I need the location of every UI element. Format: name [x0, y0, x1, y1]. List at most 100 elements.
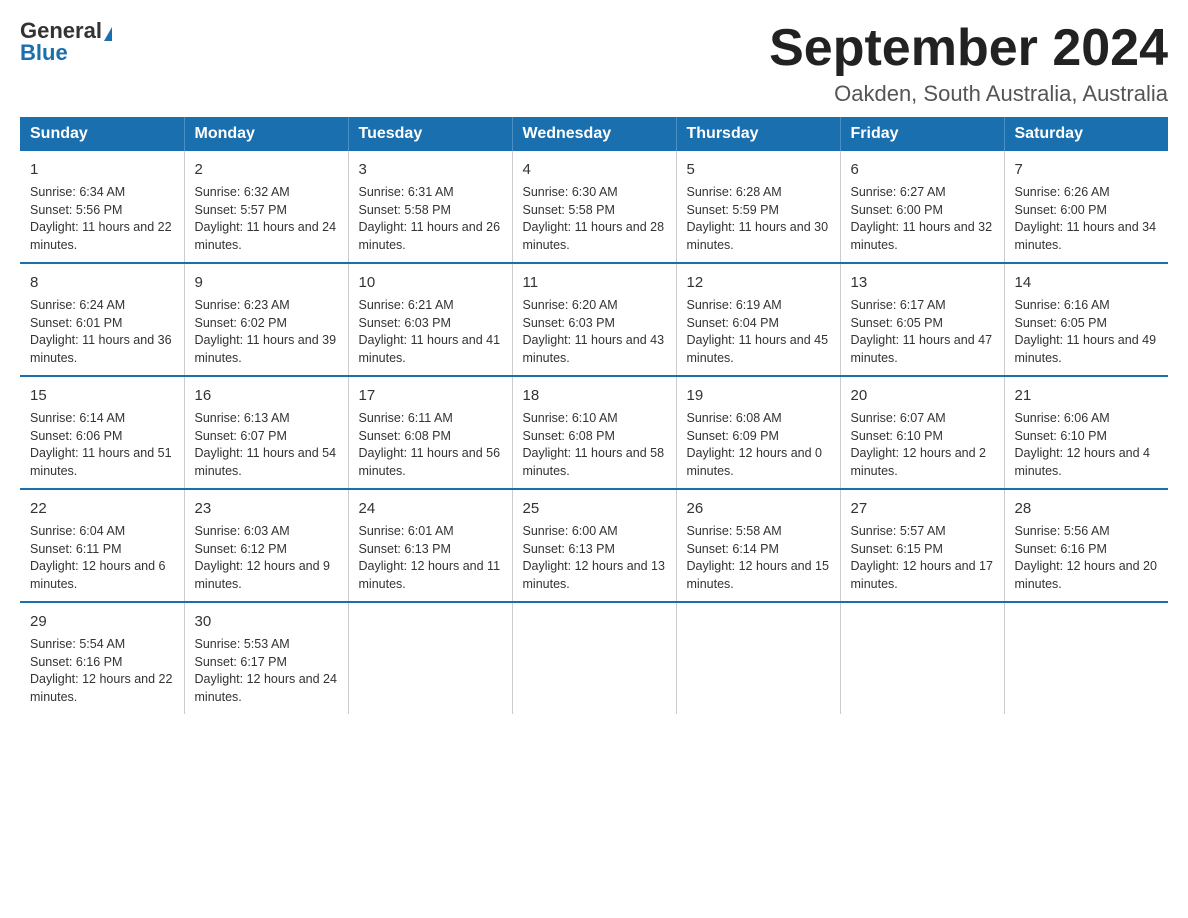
- cell-content: Sunrise: 6:34 AM Sunset: 5:56 PM Dayligh…: [30, 184, 174, 254]
- cell-content: Sunrise: 6:28 AM Sunset: 5:59 PM Dayligh…: [687, 184, 830, 254]
- logo: General Blue: [20, 20, 112, 64]
- calendar-cell: 30 Sunrise: 5:53 AM Sunset: 6:17 PM Dayl…: [184, 602, 348, 714]
- day-number: 24: [359, 498, 502, 519]
- day-number: 2: [195, 159, 338, 180]
- calendar-cell: 17 Sunrise: 6:11 AM Sunset: 6:08 PM Dayl…: [348, 376, 512, 489]
- calendar-week-row: 29 Sunrise: 5:54 AM Sunset: 6:16 PM Dayl…: [20, 602, 1168, 714]
- cell-content: Sunrise: 6:24 AM Sunset: 6:01 PM Dayligh…: [30, 297, 174, 367]
- column-header-thursday: Thursday: [676, 117, 840, 151]
- day-number: 1: [30, 159, 174, 180]
- month-title: September 2024: [769, 20, 1168, 77]
- calendar-cell: [512, 602, 676, 714]
- calendar-cell: 19 Sunrise: 6:08 AM Sunset: 6:09 PM Dayl…: [676, 376, 840, 489]
- day-number: 3: [359, 159, 502, 180]
- calendar-week-row: 8 Sunrise: 6:24 AM Sunset: 6:01 PM Dayli…: [20, 263, 1168, 376]
- calendar-cell: 10 Sunrise: 6:21 AM Sunset: 6:03 PM Dayl…: [348, 263, 512, 376]
- calendar-cell: 22 Sunrise: 6:04 AM Sunset: 6:11 PM Dayl…: [20, 489, 184, 602]
- day-number: 10: [359, 272, 502, 293]
- cell-content: Sunrise: 6:13 AM Sunset: 6:07 PM Dayligh…: [195, 410, 338, 480]
- calendar-cell: 6 Sunrise: 6:27 AM Sunset: 6:00 PM Dayli…: [840, 151, 1004, 263]
- cell-content: Sunrise: 5:57 AM Sunset: 6:15 PM Dayligh…: [851, 523, 994, 593]
- logo-triangle-icon: [104, 27, 112, 41]
- day-number: 6: [851, 159, 994, 180]
- day-number: 9: [195, 272, 338, 293]
- calendar-cell: 2 Sunrise: 6:32 AM Sunset: 5:57 PM Dayli…: [184, 151, 348, 263]
- calendar-cell: 26 Sunrise: 5:58 AM Sunset: 6:14 PM Dayl…: [676, 489, 840, 602]
- day-number: 28: [1015, 498, 1159, 519]
- day-number: 5: [687, 159, 830, 180]
- calendar-cell: 13 Sunrise: 6:17 AM Sunset: 6:05 PM Dayl…: [840, 263, 1004, 376]
- column-header-tuesday: Tuesday: [348, 117, 512, 151]
- column-header-wednesday: Wednesday: [512, 117, 676, 151]
- cell-content: Sunrise: 5:56 AM Sunset: 6:16 PM Dayligh…: [1015, 523, 1159, 593]
- title-block: September 2024 Oakden, South Australia, …: [769, 20, 1168, 107]
- day-number: 23: [195, 498, 338, 519]
- day-number: 8: [30, 272, 174, 293]
- cell-content: Sunrise: 6:23 AM Sunset: 6:02 PM Dayligh…: [195, 297, 338, 367]
- day-number: 12: [687, 272, 830, 293]
- calendar-cell: 28 Sunrise: 5:56 AM Sunset: 6:16 PM Dayl…: [1004, 489, 1168, 602]
- cell-content: Sunrise: 6:08 AM Sunset: 6:09 PM Dayligh…: [687, 410, 830, 480]
- calendar-cell: 18 Sunrise: 6:10 AM Sunset: 6:08 PM Dayl…: [512, 376, 676, 489]
- cell-content: Sunrise: 6:27 AM Sunset: 6:00 PM Dayligh…: [851, 184, 994, 254]
- cell-content: Sunrise: 6:20 AM Sunset: 6:03 PM Dayligh…: [523, 297, 666, 367]
- calendar-cell: 21 Sunrise: 6:06 AM Sunset: 6:10 PM Dayl…: [1004, 376, 1168, 489]
- day-number: 27: [851, 498, 994, 519]
- calendar-cell: 20 Sunrise: 6:07 AM Sunset: 6:10 PM Dayl…: [840, 376, 1004, 489]
- day-number: 25: [523, 498, 666, 519]
- day-number: 18: [523, 385, 666, 406]
- day-number: 7: [1015, 159, 1159, 180]
- cell-content: Sunrise: 6:01 AM Sunset: 6:13 PM Dayligh…: [359, 523, 502, 593]
- cell-content: Sunrise: 6:32 AM Sunset: 5:57 PM Dayligh…: [195, 184, 338, 254]
- calendar-cell: 4 Sunrise: 6:30 AM Sunset: 5:58 PM Dayli…: [512, 151, 676, 263]
- calendar-cell: 7 Sunrise: 6:26 AM Sunset: 6:00 PM Dayli…: [1004, 151, 1168, 263]
- calendar-cell: [1004, 602, 1168, 714]
- cell-content: Sunrise: 6:14 AM Sunset: 6:06 PM Dayligh…: [30, 410, 174, 480]
- calendar-cell: 12 Sunrise: 6:19 AM Sunset: 6:04 PM Dayl…: [676, 263, 840, 376]
- calendar-cell: 1 Sunrise: 6:34 AM Sunset: 5:56 PM Dayli…: [20, 151, 184, 263]
- calendar-cell: 14 Sunrise: 6:16 AM Sunset: 6:05 PM Dayl…: [1004, 263, 1168, 376]
- day-number: 14: [1015, 272, 1159, 293]
- day-number: 15: [30, 385, 174, 406]
- calendar-cell: 29 Sunrise: 5:54 AM Sunset: 6:16 PM Dayl…: [20, 602, 184, 714]
- day-number: 30: [195, 611, 338, 632]
- column-header-sunday: Sunday: [20, 117, 184, 151]
- cell-content: Sunrise: 6:10 AM Sunset: 6:08 PM Dayligh…: [523, 410, 666, 480]
- calendar-week-row: 22 Sunrise: 6:04 AM Sunset: 6:11 PM Dayl…: [20, 489, 1168, 602]
- day-number: 21: [1015, 385, 1159, 406]
- calendar-cell: 25 Sunrise: 6:00 AM Sunset: 6:13 PM Dayl…: [512, 489, 676, 602]
- cell-content: Sunrise: 6:17 AM Sunset: 6:05 PM Dayligh…: [851, 297, 994, 367]
- cell-content: Sunrise: 6:19 AM Sunset: 6:04 PM Dayligh…: [687, 297, 830, 367]
- cell-content: Sunrise: 6:16 AM Sunset: 6:05 PM Dayligh…: [1015, 297, 1159, 367]
- calendar-cell: 16 Sunrise: 6:13 AM Sunset: 6:07 PM Dayl…: [184, 376, 348, 489]
- cell-content: Sunrise: 6:30 AM Sunset: 5:58 PM Dayligh…: [523, 184, 666, 254]
- cell-content: Sunrise: 6:03 AM Sunset: 6:12 PM Dayligh…: [195, 523, 338, 593]
- day-number: 4: [523, 159, 666, 180]
- calendar-week-row: 15 Sunrise: 6:14 AM Sunset: 6:06 PM Dayl…: [20, 376, 1168, 489]
- calendar-cell: 27 Sunrise: 5:57 AM Sunset: 6:15 PM Dayl…: [840, 489, 1004, 602]
- calendar-cell: 9 Sunrise: 6:23 AM Sunset: 6:02 PM Dayli…: [184, 263, 348, 376]
- cell-content: Sunrise: 6:26 AM Sunset: 6:00 PM Dayligh…: [1015, 184, 1159, 254]
- page-header: General Blue September 2024 Oakden, Sout…: [20, 20, 1168, 107]
- calendar-cell: [676, 602, 840, 714]
- calendar-cell: 24 Sunrise: 6:01 AM Sunset: 6:13 PM Dayl…: [348, 489, 512, 602]
- cell-content: Sunrise: 6:04 AM Sunset: 6:11 PM Dayligh…: [30, 523, 174, 593]
- day-number: 17: [359, 385, 502, 406]
- column-header-friday: Friday: [840, 117, 1004, 151]
- cell-content: Sunrise: 6:07 AM Sunset: 6:10 PM Dayligh…: [851, 410, 994, 480]
- calendar-table: SundayMondayTuesdayWednesdayThursdayFrid…: [20, 117, 1168, 714]
- cell-content: Sunrise: 5:54 AM Sunset: 6:16 PM Dayligh…: [30, 636, 174, 706]
- calendar-cell: 5 Sunrise: 6:28 AM Sunset: 5:59 PM Dayli…: [676, 151, 840, 263]
- day-number: 20: [851, 385, 994, 406]
- day-number: 16: [195, 385, 338, 406]
- cell-content: Sunrise: 6:31 AM Sunset: 5:58 PM Dayligh…: [359, 184, 502, 254]
- day-number: 13: [851, 272, 994, 293]
- calendar-cell: 3 Sunrise: 6:31 AM Sunset: 5:58 PM Dayli…: [348, 151, 512, 263]
- calendar-cell: 15 Sunrise: 6:14 AM Sunset: 6:06 PM Dayl…: [20, 376, 184, 489]
- day-number: 29: [30, 611, 174, 632]
- location-label: Oakden, South Australia, Australia: [769, 81, 1168, 107]
- cell-content: Sunrise: 6:21 AM Sunset: 6:03 PM Dayligh…: [359, 297, 502, 367]
- column-header-saturday: Saturday: [1004, 117, 1168, 151]
- calendar-header-row: SundayMondayTuesdayWednesdayThursdayFrid…: [20, 117, 1168, 151]
- calendar-cell: [840, 602, 1004, 714]
